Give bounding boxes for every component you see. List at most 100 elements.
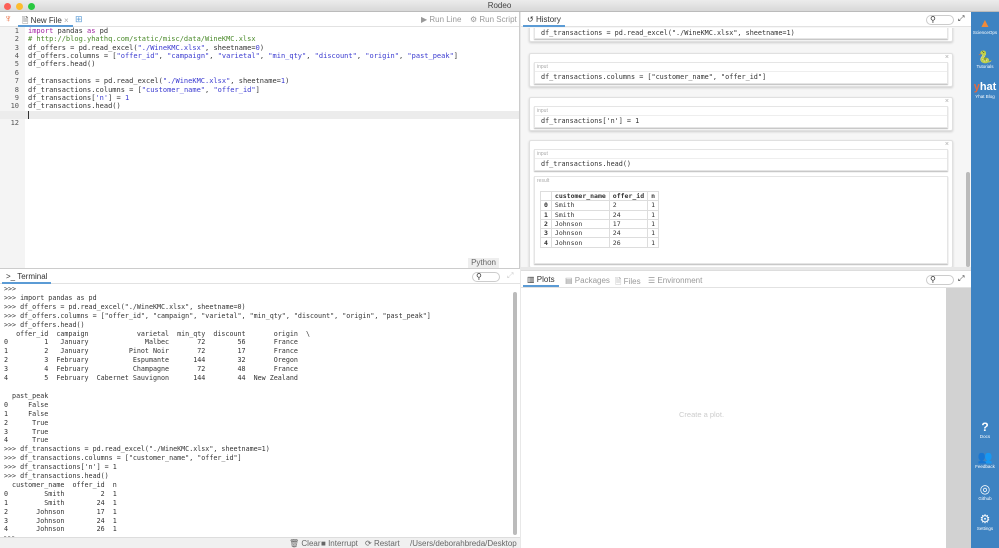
table-cell: Johnson (550, 228, 610, 239)
restart-button[interactable]: ⟳ Restart (365, 539, 400, 548)
table-cell: 26 (608, 237, 649, 248)
table-row: 0 Smith 2 1 (540, 200, 660, 211)
code-line[interactable] (0, 110, 519, 119)
sidebar-item-scienceops[interactable]: ▲ ScienceOps (971, 16, 999, 35)
sidebar-item-feedback[interactable]: 👥 Feedback (971, 450, 999, 469)
column-header (540, 190, 552, 202)
code-line[interactable]: df_offers = pd.read_excel("./WineKMC.xls… (26, 44, 519, 52)
terminal-search-input[interactable]: ⚲ (472, 272, 500, 282)
sidebar-label: ScienceOps (972, 30, 998, 35)
title-bar: Rodeo (0, 0, 999, 12)
run-script-button[interactable]: ⚙ Run Script (470, 15, 517, 24)
tab-label: Plots (536, 275, 555, 284)
clear-label: Clear (301, 539, 321, 548)
input-label: input (535, 150, 947, 159)
close-icon[interactable]: × (945, 54, 949, 61)
table-cell: Smith (550, 209, 610, 220)
code-editor[interactable]: import pandas as pd # http://blog.yhathq.… (0, 27, 519, 256)
history-code[interactable]: df_transactions.columns = ["customer_nam… (535, 72, 947, 82)
tab-label: Packages (574, 276, 610, 285)
sidebar-item-settings[interactable]: ⚙ Settings (971, 512, 999, 531)
add-tab-icon[interactable]: ⊞ (75, 14, 83, 25)
code-line[interactable]: df_offers.columns = ["offer_id", "campai… (26, 52, 519, 60)
tab-history[interactable]: ↺ History (523, 14, 565, 27)
table-cell: 3 (540, 228, 552, 239)
table-cell: Johnson (550, 237, 610, 248)
sidebar-label: Feedback (975, 464, 995, 469)
line-number: 10 (10, 102, 19, 111)
sidebar-label: Github (978, 496, 992, 501)
column-header: n (647, 190, 660, 202)
code-line[interactable] (26, 119, 519, 127)
clear-button[interactable]: 🗑 Clear (289, 539, 321, 548)
expand-icon[interactable]: ⤢ (958, 274, 964, 284)
play-icon: ▶ (421, 15, 428, 24)
input-label: input (535, 107, 947, 116)
interrupt-button[interactable]: ■ Interrupt (321, 539, 358, 548)
history-search-input[interactable]: ⚲ (926, 15, 954, 25)
bar-chart-icon: ▥ (527, 275, 535, 284)
plot-thumbnails-panel (946, 288, 971, 548)
sidebar-item-docs[interactable]: ? Docs (971, 420, 999, 439)
table-cell: 2 (540, 218, 552, 230)
history-code[interactable]: df_transactions['n'] = 1 (535, 116, 947, 126)
table-row: 4 Johnson 26 1 (540, 237, 660, 248)
github-icon: ◎ (979, 482, 991, 496)
empty-plot-message: Create a plot. (679, 410, 725, 419)
result-box: result customer_name offer_id n 0 Smith 2 1 1 Sm… (534, 176, 948, 264)
history-scrollbar[interactable] (966, 172, 970, 267)
close-icon[interactable]: × (945, 98, 949, 105)
history-card: × input df_transactions.columns = ["custo… (529, 53, 953, 87)
code-line[interactable]: df_offers.head() (26, 60, 519, 68)
table-cell: Johnson (550, 218, 610, 230)
sidebar-label: Yhat Blog (975, 94, 995, 99)
code-line[interactable] (26, 69, 519, 77)
code-line[interactable]: import pandas as pd (26, 27, 519, 35)
table-cell: 1 (647, 228, 660, 239)
close-icon[interactable]: × (945, 141, 949, 148)
language-mode[interactable]: Python (468, 258, 499, 268)
line-number: 9 (14, 93, 19, 102)
tab-packages[interactable]: ▤ Packages (561, 275, 614, 288)
tab-label: New File (30, 16, 62, 25)
expand-icon[interactable]: ⤢ (507, 271, 513, 281)
code-line[interactable]: df_transactions = pd.read_excel("./WineK… (26, 77, 519, 85)
plots-search-input[interactable]: ⚲ (926, 275, 954, 285)
code-line[interactable]: # http://blog.yhathq.com/static/misc/dat… (26, 35, 519, 43)
close-tab-icon[interactable]: × (64, 16, 69, 25)
history-code[interactable]: df_transactions.head() (535, 159, 947, 169)
tab-environment[interactable]: ☰ Environment (644, 275, 706, 288)
line-number: 2 (14, 35, 19, 44)
line-number-gutter: 123456789101112 (0, 27, 25, 268)
tab-files[interactable]: 🗎 Files (611, 275, 645, 288)
code-line[interactable]: df_transactions.columns = ["customer_nam… (26, 86, 519, 94)
tab-new-file[interactable]: 🗎 New File × (18, 14, 73, 27)
line-number: 6 (14, 68, 19, 77)
code-line[interactable]: df_transactions.head() (26, 102, 519, 110)
yhat-logo-icon: yhat (973, 81, 997, 93)
history-pane: ↺ History ⚲ ⤢ df_transactions = pd.read_… (521, 12, 971, 267)
table-row: 2 Johnson 17 1 (540, 218, 660, 230)
code-line[interactable]: df_transactions['n'] = 1 (26, 94, 519, 102)
sidebar-item-github[interactable]: ◎ Github (971, 482, 999, 501)
expand-icon[interactable]: ⤢ (958, 14, 964, 24)
tab-plots[interactable]: ▥ Plots (523, 274, 559, 287)
terminal-output[interactable]: >>> >>> import pandas as pd >>> df_offer… (4, 285, 509, 540)
sidebar-item-yhat-blog[interactable]: yhat Yhat Blog (971, 80, 999, 99)
restart-label: Restart (373, 539, 400, 548)
table-cell: 1 (647, 237, 660, 248)
terminal-scrollbar[interactable] (513, 292, 517, 535)
column-header: offer_id (608, 190, 649, 202)
line-number: 5 (14, 60, 19, 69)
table-cell: 0 (540, 200, 552, 211)
history-code[interactable]: df_transactions = pd.read_excel("./WineK… (535, 28, 947, 38)
tab-terminal[interactable]: >_ Terminal (2, 271, 52, 284)
table-cell: 24 (608, 228, 649, 239)
file-icon: 🗎 (22, 16, 29, 25)
text-cursor (28, 110, 29, 119)
table-row: 3 Johnson 24 1 (540, 228, 660, 239)
sidebar-item-tutorials[interactable]: 🐍 Tutorials (971, 50, 999, 69)
table-cell: 24 (608, 209, 649, 220)
run-line-button[interactable]: ▶ Run Line (421, 15, 461, 24)
table-cell: 4 (540, 237, 552, 248)
